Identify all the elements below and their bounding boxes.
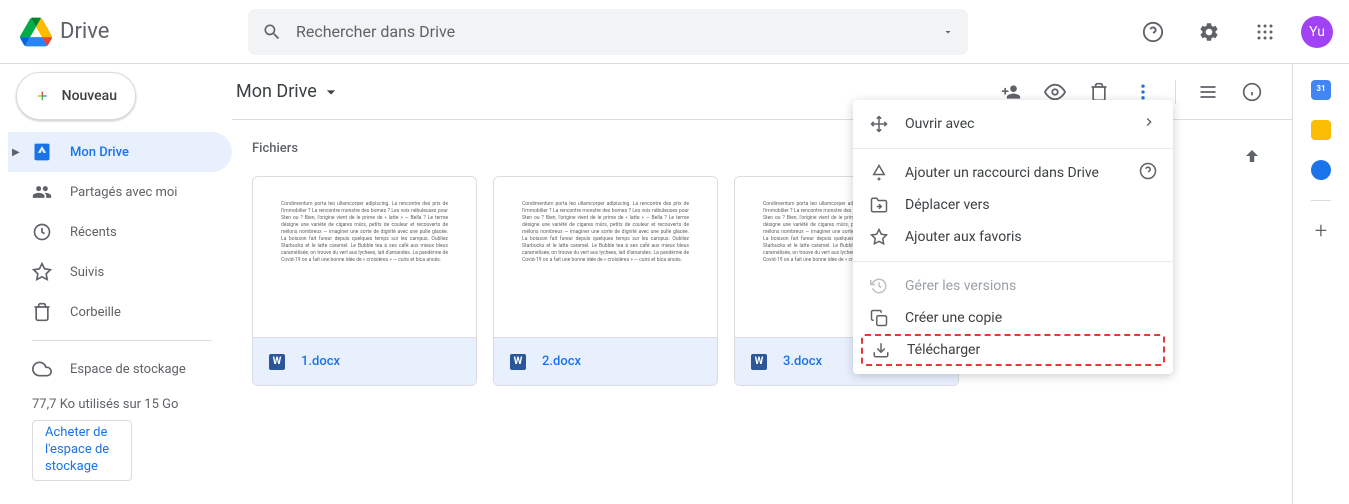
gear-icon xyxy=(1198,21,1220,43)
menu-manage-versions: Gérer les versions xyxy=(853,270,1173,302)
menu-label: Ajouter aux favoris xyxy=(905,229,1157,245)
word-icon: W xyxy=(751,354,767,370)
menu-label: Ouvrir avec xyxy=(905,116,1141,132)
copy-icon xyxy=(869,308,889,328)
menu-label: Gérer les versions xyxy=(905,278,1157,294)
breadcrumb-label: Mon Drive xyxy=(236,81,317,102)
arrow-up-icon xyxy=(1243,147,1261,165)
menu-open-with[interactable]: Ouvrir avec xyxy=(853,108,1173,140)
sidebar-item-trash[interactable]: Corbeille xyxy=(8,292,232,332)
file-card[interactable]: Condimentum porta leo ullamcorper adipis… xyxy=(252,176,477,386)
star-icon xyxy=(869,227,889,247)
chevron-down-icon xyxy=(321,82,341,102)
cloud-icon xyxy=(32,359,52,379)
menu-download[interactable]: Télécharger xyxy=(861,334,1165,366)
nav-label: Espace de stockage xyxy=(70,362,186,377)
toolbar-separator xyxy=(1175,80,1176,104)
menu-separator xyxy=(853,148,1173,149)
folder-move-icon xyxy=(869,195,889,215)
settings-button[interactable] xyxy=(1189,12,1229,52)
details-button[interactable] xyxy=(1232,72,1272,112)
plus-icon xyxy=(35,84,50,108)
file-preview: Condimentum porta leo ullamcorper adipis… xyxy=(494,177,717,337)
help-button[interactable] xyxy=(1133,12,1173,52)
storage-used-text: 77,7 Ko utilisés sur 15 Go xyxy=(8,389,232,420)
menu-label: Ajouter un raccourci dans Drive xyxy=(905,165,1139,181)
person-add-icon xyxy=(1001,82,1021,102)
menu-add-star[interactable]: Ajouter aux favoris xyxy=(853,221,1173,253)
download-icon xyxy=(871,340,891,360)
drive-folder-icon xyxy=(32,142,52,162)
file-name: 1.docx xyxy=(301,354,340,369)
clock-icon xyxy=(32,222,52,242)
search-placeholder: Rechercher dans Drive xyxy=(296,22,942,41)
add-addon-button[interactable]: + xyxy=(1311,221,1331,241)
shortcut-icon xyxy=(869,163,889,183)
keep-app-icon[interactable] xyxy=(1311,120,1331,140)
drive-logo-icon xyxy=(16,12,56,52)
tasks-app-icon[interactable] xyxy=(1311,160,1331,180)
nav-label: Partagés avec moi xyxy=(70,185,177,200)
nav-label: Suivis xyxy=(70,265,104,280)
nav-label: Récents xyxy=(70,225,117,240)
sidebar-item-shared[interactable]: Partagés avec moi xyxy=(8,172,232,212)
word-icon: W xyxy=(269,354,285,370)
apps-grid-icon xyxy=(1256,23,1274,41)
sidebar-item-recent[interactable]: Récents xyxy=(8,212,232,252)
info-icon xyxy=(1242,82,1262,102)
header-actions: Yu xyxy=(1133,12,1333,52)
files-section-label: Fichiers xyxy=(252,141,298,156)
nav-label: Corbeille xyxy=(70,305,121,320)
menu-make-copy[interactable]: Créer une copie xyxy=(853,302,1173,334)
expand-icon[interactable]: ▶ xyxy=(12,147,20,158)
file-name: 2.docx xyxy=(542,354,581,369)
file-footer: W 2.docx xyxy=(494,337,717,385)
file-footer: W 1.docx xyxy=(253,337,476,385)
move-icon xyxy=(869,114,889,134)
menu-label: Télécharger xyxy=(907,342,1147,358)
list-view-icon xyxy=(1198,82,1218,102)
chevron-right-icon xyxy=(1141,114,1157,134)
menu-label: Créer une copie xyxy=(905,310,1157,326)
calendar-app-icon[interactable] xyxy=(1311,80,1331,100)
sidebar: Nouveau ▶ Mon Drive Partagés avec moi Ré… xyxy=(0,64,232,504)
more-vert-icon xyxy=(1133,82,1153,102)
help-icon[interactable] xyxy=(1139,162,1157,184)
context-menu: Ouvrir avec Ajouter un raccourci dans Dr… xyxy=(853,100,1173,374)
file-card[interactable]: Condimentum porta leo ullamcorper adipis… xyxy=(493,176,718,386)
view-list-button[interactable] xyxy=(1188,72,1228,112)
nav-label: Mon Drive xyxy=(70,145,129,160)
product-name: Drive xyxy=(60,19,109,44)
trash-icon xyxy=(1089,82,1109,102)
new-button-label: Nouveau xyxy=(62,88,117,104)
menu-move-to[interactable]: Déplacer vers xyxy=(853,189,1173,221)
history-icon xyxy=(869,276,889,296)
word-icon: W xyxy=(510,354,526,370)
file-preview: Condimentum porta leo ullamcorper adipis… xyxy=(253,177,476,337)
sort-button[interactable] xyxy=(1232,136,1272,176)
breadcrumb[interactable]: Mon Drive xyxy=(236,81,341,102)
search-bar[interactable]: Rechercher dans Drive xyxy=(248,9,968,55)
sidebar-item-starred[interactable]: Suivis xyxy=(8,252,232,292)
sidebar-item-storage[interactable]: Espace de stockage xyxy=(8,349,232,389)
menu-separator xyxy=(853,261,1173,262)
header: Drive Rechercher dans Drive Yu xyxy=(0,0,1349,64)
buy-storage-link[interactable]: Acheter de l'espace de stockage xyxy=(32,420,132,481)
sidebar-divider xyxy=(32,340,212,341)
menu-add-shortcut[interactable]: Ajouter un raccourci dans Drive xyxy=(853,157,1173,189)
user-avatar[interactable]: Yu xyxy=(1301,16,1333,48)
logo-area[interactable]: Drive xyxy=(16,12,248,52)
trash-icon xyxy=(32,302,52,322)
apps-button[interactable] xyxy=(1245,12,1285,52)
rightbar-divider xyxy=(1311,200,1331,201)
sidebar-item-mydrive[interactable]: ▶ Mon Drive xyxy=(8,132,232,172)
new-button[interactable]: Nouveau xyxy=(16,72,136,120)
file-name: 3.docx xyxy=(783,354,822,369)
star-icon xyxy=(32,262,52,282)
menu-label: Déplacer vers xyxy=(905,197,1157,213)
search-options-icon[interactable] xyxy=(942,26,954,38)
right-sidebar: + xyxy=(1293,64,1349,504)
people-icon xyxy=(32,182,52,202)
search-icon xyxy=(262,22,282,42)
